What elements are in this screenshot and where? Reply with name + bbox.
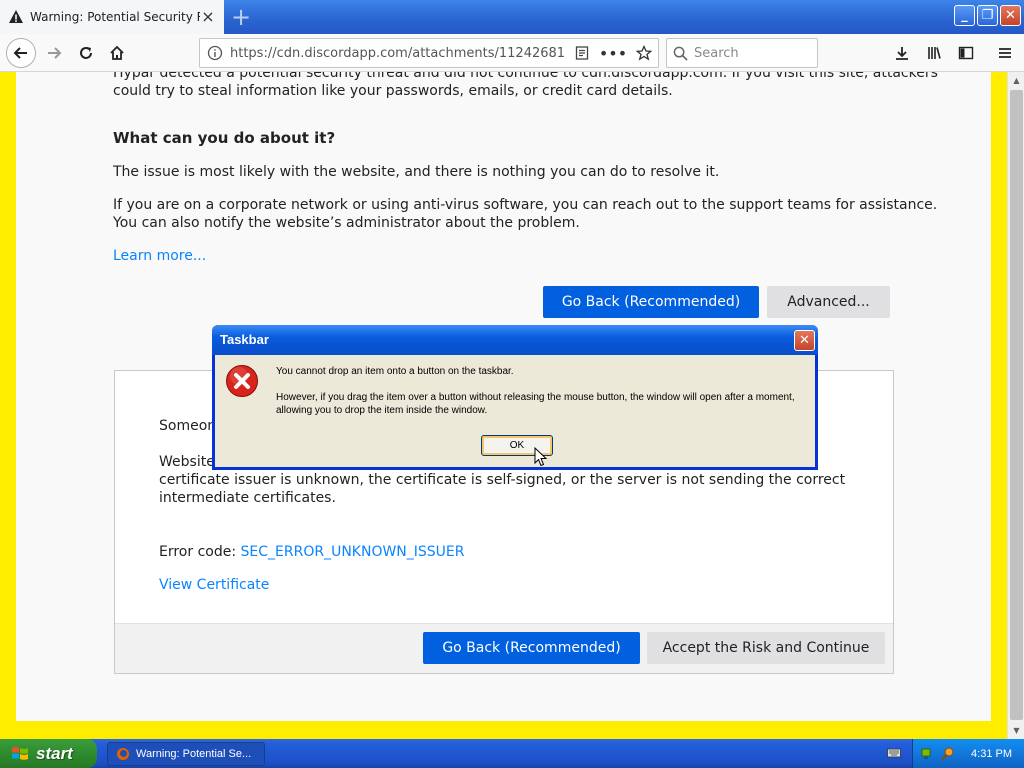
library-button[interactable] — [920, 39, 948, 67]
bookmark-star-icon[interactable] — [630, 45, 658, 61]
downloads-button[interactable] — [888, 39, 916, 67]
view-certificate-link[interactable]: View Certificate — [159, 576, 269, 594]
dialog-titlebar[interactable]: Taskbar ✕ — [212, 325, 818, 355]
start-label: start — [36, 743, 73, 763]
warning-icon — [9, 10, 23, 23]
search-bar[interactable]: Search — [666, 38, 818, 68]
scroll-up-icon[interactable]: ▲ — [1008, 72, 1024, 89]
back-button[interactable] — [6, 38, 36, 68]
navigation-toolbar: https://cdn.discordapp.com/attachments/1… — [0, 34, 1024, 72]
taskbar-item-label: Warning: Potential Se... — [136, 748, 252, 760]
dialog-close-button[interactable]: ✕ — [794, 330, 815, 351]
taskbar-clock[interactable]: 4:31 PM — [971, 748, 1012, 760]
taskbar-dialog: Taskbar ✕ You cannot drop an item onto a… — [212, 325, 818, 470]
library-icon — [928, 47, 941, 59]
paragraph-notify: You can also notify the website’s admini… — [113, 215, 580, 231]
keyboard-icon[interactable] — [887, 746, 901, 760]
back-arrow-icon — [13, 47, 27, 59]
site-info-icon[interactable] — [200, 45, 230, 61]
advanced-button[interactable]: Advanced... — [767, 286, 890, 318]
taskbar-window-item[interactable]: Warning: Potential Se... — [107, 742, 265, 766]
reload-icon — [80, 47, 92, 59]
forward-arrow-icon — [48, 47, 62, 59]
advanced-website-text: Website — [159, 454, 215, 470]
search-placeholder: Search — [694, 45, 739, 61]
reload-button[interactable] — [72, 39, 100, 67]
error-code-label: Error code: — [159, 544, 237, 560]
url-text[interactable]: https://cdn.discordapp.com/attachments/1… — [230, 46, 568, 61]
hamburger-menu-icon — [999, 48, 1011, 58]
description-partial-line: Hypar detected a potential security thre… — [113, 72, 938, 81]
paragraph-issue: The issue is most likely with the websit… — [113, 164, 720, 180]
start-button[interactable]: start — [0, 739, 97, 768]
browser-tab[interactable]: Warning: Potential Security Risk A × — [0, 0, 224, 34]
error-code-link[interactable]: SEC_ERROR_UNKNOWN_ISSUER — [241, 544, 465, 560]
reader-view-icon[interactable] — [568, 45, 596, 61]
error-icon — [226, 365, 258, 397]
section-heading: What can you do about it? — [113, 129, 336, 147]
paragraph-corporate: If you are on a corporate network or usi… — [113, 197, 938, 213]
scroll-down-icon[interactable]: ▼ — [1008, 722, 1024, 739]
advanced-go-back-button[interactable]: Go Back (Recommended) — [423, 632, 640, 664]
dialog-detail: However, if you drag the item over a but… — [276, 392, 795, 416]
tab-title: Warning: Potential Security Risk A — [30, 10, 200, 24]
menu-button[interactable] — [991, 39, 1019, 67]
window-titlebar: Warning: Potential Security Risk A × + _… — [0, 0, 1024, 34]
dialog-message: You cannot drop an item onto a button on… — [276, 366, 514, 377]
go-back-button[interactable]: Go Back (Recommended) — [543, 286, 759, 318]
advanced-intermediate-text: intermediate certificates. — [159, 490, 336, 506]
mouse-cursor-icon — [534, 447, 548, 467]
accept-risk-button[interactable]: Accept the Risk and Continue — [647, 632, 885, 664]
new-tab-icon[interactable]: + — [228, 4, 254, 30]
close-window-button[interactable]: ✕ — [1000, 5, 1021, 26]
sidebar-icon — [958, 46, 974, 60]
network-icon[interactable] — [921, 746, 937, 762]
tab-close-icon[interactable]: × — [200, 9, 216, 25]
windows-logo-icon — [12, 746, 28, 760]
page-actions-icon[interactable]: ••• — [596, 44, 630, 63]
system-tray: 4:31 PM — [912, 739, 1024, 768]
advanced-issuer-text: certificate issuer is unknown, the certi… — [159, 472, 846, 488]
dialog-title: Taskbar — [220, 332, 269, 347]
learn-more-link[interactable]: Learn more... — [113, 247, 206, 265]
firefox-icon — [117, 748, 129, 760]
search-icon — [673, 46, 688, 61]
download-icon — [896, 47, 908, 60]
error-code-row: Error code: SEC_ERROR_UNKNOWN_ISSUER — [159, 543, 465, 561]
minimize-button[interactable]: _ — [954, 5, 975, 26]
sidebar-button[interactable] — [952, 39, 980, 67]
scroll-thumb[interactable] — [1010, 90, 1023, 720]
advanced-someone-text: Someon — [159, 418, 217, 434]
maximize-button[interactable]: ❐ — [977, 5, 998, 26]
description-line: could try to steal information like your… — [113, 83, 673, 99]
magnifier-icon[interactable] — [940, 746, 956, 762]
page-scrollbar[interactable]: ▲ ▼ — [1007, 72, 1024, 739]
home-button[interactable] — [103, 39, 131, 67]
home-icon — [110, 45, 124, 60]
url-bar[interactable]: https://cdn.discordapp.com/attachments/1… — [199, 38, 659, 68]
advanced-panel-footer: Go Back (Recommended) Accept the Risk an… — [115, 623, 893, 673]
windows-taskbar: start Warning: Potential Se... 4:31 PM — [0, 739, 1024, 768]
forward-button[interactable] — [40, 39, 68, 67]
